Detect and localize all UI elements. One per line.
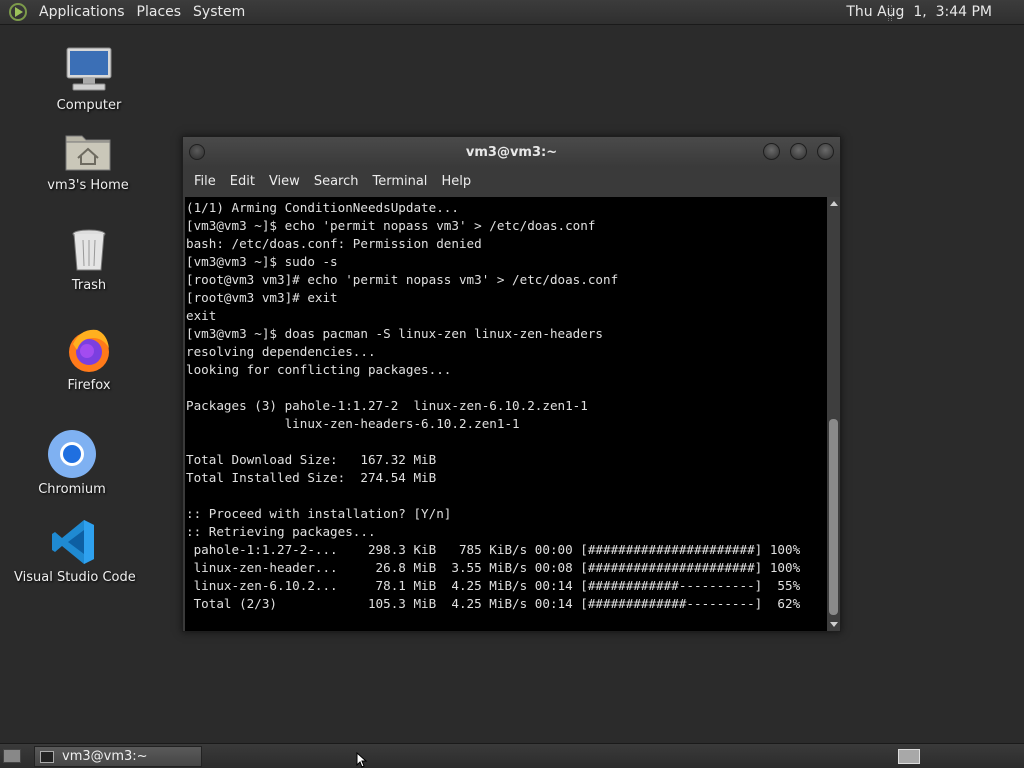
menu-edit[interactable]: Edit: [223, 174, 262, 189]
home-folder-icon: [62, 124, 114, 176]
desktop-icon-computer[interactable]: Computer: [48, 44, 130, 113]
main-menu-logo-icon[interactable]: [7, 1, 29, 23]
close-icon[interactable]: [817, 143, 834, 160]
desktop-icon-vscode[interactable]: Visual Studio Code: [14, 516, 136, 585]
terminal-output[interactable]: (1/1) Arming ConditionNeedsUpdate... [vm3…: [185, 197, 827, 631]
terminal-line: Total Installed Size: 274.54 MiB: [186, 470, 437, 485]
terminal-line: [vm3@vm3 ~]$ echo 'permit nopass vm3' > …: [186, 218, 596, 233]
maximize-icon[interactable]: [790, 143, 807, 160]
chromium-icon: [46, 428, 98, 480]
terminal-line: :: Retrieving packages...: [186, 524, 376, 539]
desktop-icon-label: Firefox: [67, 378, 111, 393]
menu-view[interactable]: View: [262, 174, 307, 189]
terminal-line: pahole-1:1.27-2-... 298.3 KiB 785 KiB/s …: [186, 542, 801, 557]
terminal-line: linux-zen-header... 26.8 MiB 3.55 MiB/s …: [186, 560, 801, 575]
desktop-icon-label: Visual Studio Code: [14, 570, 136, 585]
terminal-line: bash: /etc/doas.conf: Permission denied: [186, 236, 482, 251]
terminal-line: Packages (3) pahole-1:1.27-2 linux-zen-6…: [186, 398, 588, 413]
firefox-icon: [63, 324, 115, 376]
places-menu[interactable]: Places: [131, 0, 188, 25]
show-desktop-icon[interactable]: [3, 749, 21, 763]
minimize-icon[interactable]: [763, 143, 780, 160]
desktop-icon-trash[interactable]: Trash: [48, 224, 130, 293]
system-menu[interactable]: System: [187, 0, 251, 25]
terminal-window[interactable]: vm3@vm3:~ File Edit View Search Terminal…: [182, 136, 841, 632]
bottom-panel: vm3@vm3:~: [0, 743, 1024, 768]
mouse-cursor-icon: [356, 752, 368, 768]
terminal-scrollbar[interactable]: [827, 197, 840, 631]
terminal-line: [root@vm3 vm3]# exit: [186, 290, 338, 305]
desktop-icon-firefox[interactable]: Firefox: [48, 324, 130, 393]
menu-terminal[interactable]: Terminal: [365, 174, 434, 189]
scrollbar-thumb[interactable]: [829, 419, 838, 615]
terminal-line: (1/1) Arming ConditionNeedsUpdate...: [186, 200, 459, 215]
menu-search[interactable]: Search: [307, 174, 366, 189]
menu-help[interactable]: Help: [434, 174, 478, 189]
taskbar-window-label: vm3@vm3:~: [62, 749, 148, 764]
desktop-icon-label: Trash: [71, 278, 107, 293]
desktop-icon-label: vm3's Home: [47, 178, 129, 193]
window-menu-icon[interactable]: [189, 144, 205, 160]
terminal-line: exit: [186, 308, 217, 323]
desktop-icon-label: Chromium: [38, 482, 106, 497]
terminal-line: [vm3@vm3 ~]$ doas pacman -S linux-zen li…: [186, 326, 604, 341]
computer-icon: [63, 44, 115, 96]
terminal-line: linux-zen-6.10.2... 78.1 MiB 4.25 MiB/s …: [186, 578, 801, 593]
taskbar-window-button[interactable]: vm3@vm3:~: [34, 746, 202, 767]
applications-menu[interactable]: Applications: [33, 0, 131, 25]
top-panel: Applications Places System Thu Aug 1, 3:…: [0, 0, 1024, 25]
terminal-line: [vm3@vm3 ~]$ sudo -s: [186, 254, 338, 269]
window-title: vm3@vm3:~: [465, 144, 558, 160]
terminal-line: Total (2/3) 105.3 MiB 4.25 MiB/s 00:14 […: [186, 596, 801, 611]
trash-icon: [63, 224, 115, 276]
terminal-icon: [40, 750, 54, 763]
terminal-line: looking for conflicting packages...: [186, 362, 452, 377]
workspace-switcher[interactable]: [898, 749, 920, 764]
terminal-menubar: File Edit View Search Terminal Help: [183, 167, 840, 195]
terminal-line: linux-zen-headers-6.10.2.zen1-1: [186, 416, 520, 431]
terminal-line: resolving dependencies...: [186, 344, 376, 359]
scroll-down-icon[interactable]: [830, 622, 838, 627]
vscode-icon: [48, 516, 100, 568]
terminal-line: [root@vm3 vm3]# echo 'permit nopass vm3'…: [186, 272, 619, 287]
menu-file[interactable]: File: [187, 174, 223, 189]
desktop-icon-label: Computer: [56, 98, 122, 113]
terminal-line: :: Proceed with installation? [Y/n]: [186, 506, 452, 521]
desktop-icon-home[interactable]: vm3's Home: [40, 124, 136, 193]
desktop-icon-chromium[interactable]: Chromium: [31, 428, 113, 497]
terminal-line: Total Download Size: 167.32 MiB: [186, 452, 437, 467]
window-titlebar[interactable]: vm3@vm3:~: [183, 137, 840, 167]
scroll-up-icon[interactable]: [830, 201, 838, 206]
clock[interactable]: Thu Aug 1, 3:44 PM: [846, 0, 992, 25]
